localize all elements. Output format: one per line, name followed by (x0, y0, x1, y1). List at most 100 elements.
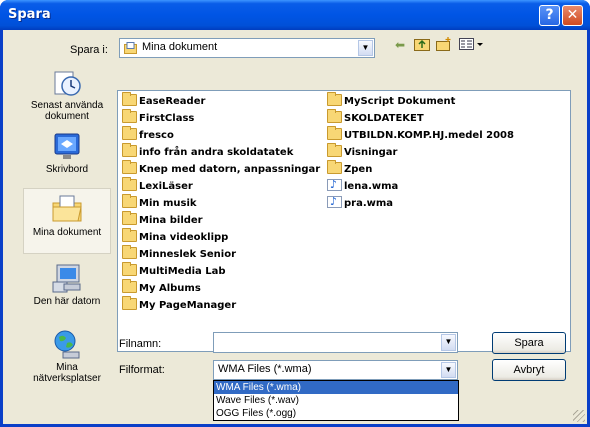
filename-label: Filnamn: (119, 338, 162, 350)
audio-file-icon (327, 177, 342, 193)
title-bar[interactable]: Spara ? ✕ (0, 0, 590, 30)
save-in-dropdown[interactable]: Mina dokument ▼ (119, 38, 375, 58)
folder-icon (327, 160, 342, 174)
item-name: Min musik (139, 198, 197, 209)
filename-input[interactable]: ▼ (213, 332, 458, 353)
folder-item[interactable]: Minneslek Senior (122, 245, 237, 263)
folder-item[interactable]: Zpen (327, 160, 373, 178)
item-name: My PageManager (139, 300, 237, 311)
folder-icon (327, 109, 342, 123)
folder-item[interactable]: fresco (122, 126, 174, 144)
item-name: lena.wma (344, 181, 399, 192)
folder-item[interactable]: LexiLäser (122, 177, 193, 195)
folder-item[interactable]: SKOLDATEKET (327, 109, 424, 127)
format-label: Filformat: (119, 364, 165, 376)
item-name: UTBILDN.KOMP.HJ.medel 2008 (344, 130, 514, 141)
item-name: MultiMedia Lab (139, 266, 226, 277)
folder-item[interactable]: My Albums (122, 279, 201, 297)
folder-item[interactable]: Mina bilder (122, 211, 203, 229)
format-option[interactable]: OGG Files (*.ogg) (214, 407, 458, 420)
place-network[interactable]: Mina nätverksplatser (23, 328, 111, 388)
folder-icon (122, 143, 137, 157)
item-name: info från andra skoldatatek (139, 147, 294, 158)
place-recent[interactable]: Senast använda dokument (23, 66, 111, 126)
window-title: Spara (8, 7, 51, 22)
file-item[interactable]: lena.wma (327, 177, 399, 195)
folder-item[interactable]: Min musik (122, 194, 197, 212)
folder-icon (122, 109, 137, 123)
recent-documents-icon (51, 66, 83, 98)
file-item[interactable]: pra.wma (327, 194, 394, 212)
folder-item[interactable]: FirstClass (122, 109, 195, 127)
item-name: Minneslek Senior (139, 249, 237, 260)
item-name: fresco (139, 130, 174, 141)
folder-item[interactable]: MyScript Dokument (327, 92, 456, 110)
new-folder-icon[interactable] (435, 37, 453, 53)
folder-item[interactable]: info från andra skoldatatek (122, 143, 294, 161)
network-places-icon (51, 328, 83, 360)
desktop-icon (51, 130, 83, 162)
close-button[interactable]: ✕ (562, 5, 583, 26)
item-name: Mina videoklipp (139, 232, 229, 243)
folder-icon (122, 194, 137, 208)
item-name: pra.wma (344, 198, 394, 209)
item-name: FirstClass (139, 113, 195, 124)
format-option[interactable]: Wave Files (*.wav) (214, 394, 458, 407)
save-dialog: Spara ? ✕ Spara i: Mina dokument ▼ ⬅ Sen… (0, 0, 590, 427)
folder-item[interactable]: Visningar (327, 143, 398, 161)
folder-item[interactable]: Knep med datorn, anpassningar (122, 160, 321, 178)
item-name: SKOLDATEKET (344, 113, 424, 124)
format-dropdown[interactable]: WMA Files (*.wma) ▼ (213, 360, 458, 380)
format-value: WMA Files (*.wma) (218, 363, 312, 375)
folder-item[interactable]: MultiMedia Lab (122, 262, 226, 280)
item-name: Zpen (344, 164, 373, 175)
item-name: Knep med datorn, anpassningar (139, 164, 321, 175)
audio-file-icon (327, 194, 342, 210)
folder-item[interactable]: My PageManager (122, 296, 237, 314)
folder-icon (122, 211, 137, 225)
format-option[interactable]: WMA Files (*.wma) (214, 381, 458, 394)
folder-item[interactable]: Mina videoklipp (122, 228, 229, 246)
item-name: LexiLäser (139, 181, 193, 192)
item-name: My Albums (139, 283, 201, 294)
chevron-down-icon[interactable]: ▼ (441, 362, 456, 378)
place-label: Mina dokument (32, 227, 102, 238)
dialog-body: Spara i: Mina dokument ▼ ⬅ Senast använd… (3, 30, 587, 424)
cancel-button[interactable]: Avbryt (492, 359, 566, 381)
format-options-list[interactable]: WMA Files (*.wma) Wave Files (*.wav) OGG… (213, 380, 459, 421)
place-label: Den här datorn (33, 296, 101, 307)
item-name: EaseReader (139, 96, 206, 107)
place-my-documents[interactable]: Mina dokument (23, 188, 111, 254)
item-name: MyScript Dokument (344, 96, 456, 107)
chevron-down-icon[interactable]: ▼ (441, 334, 456, 351)
my-documents-icon (51, 193, 83, 225)
folder-icon (122, 92, 137, 106)
folder-icon (122, 177, 137, 191)
view-menu-icon[interactable] (459, 37, 485, 53)
place-label: Skrivbord (45, 164, 89, 175)
back-arrow-icon[interactable]: ⬅ (391, 37, 409, 53)
help-button[interactable]: ? (539, 5, 560, 26)
folder-icon (327, 143, 342, 157)
place-label: Mina nätverksplatser (33, 362, 101, 384)
folder-icon (122, 245, 137, 259)
save-button[interactable]: Spara (492, 332, 566, 354)
save-in-label: Spara i: (70, 44, 108, 56)
folder-item[interactable]: EaseReader (122, 92, 206, 110)
resize-grip[interactable] (573, 410, 585, 422)
file-list[interactable]: EaseReader FirstClass fresco info från andr… (117, 90, 571, 352)
folder-item[interactable]: UTBILDN.KOMP.HJ.medel 2008 (327, 126, 514, 144)
chevron-down-icon[interactable]: ▼ (358, 40, 373, 56)
folder-icon (122, 279, 137, 293)
folder-icon (122, 160, 137, 174)
item-name: Mina bilder (139, 215, 203, 226)
item-name: Visningar (344, 147, 398, 158)
save-in-value: Mina dokument (142, 41, 218, 53)
places-bar: Senast använda dokument Skrivbord Mina d… (23, 66, 111, 384)
up-folder-icon[interactable] (413, 37, 431, 53)
place-my-computer[interactable]: Den här datorn (23, 262, 111, 322)
place-desktop[interactable]: Skrivbord (23, 130, 111, 180)
folder-icon (122, 262, 137, 276)
folder-icon (122, 126, 137, 140)
place-label: Senast använda dokument (30, 100, 104, 122)
